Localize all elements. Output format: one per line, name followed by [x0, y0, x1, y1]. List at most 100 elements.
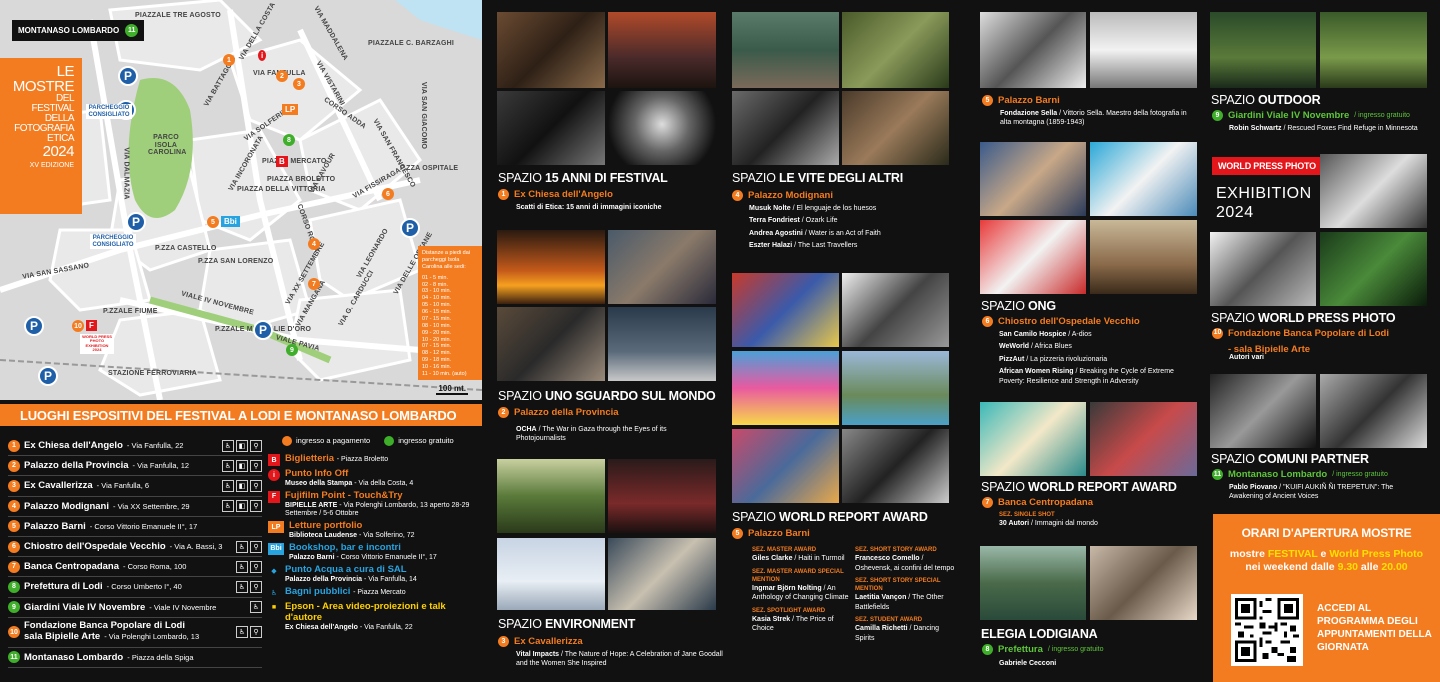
- photo: [732, 351, 839, 425]
- parking-icon[interactable]: P: [118, 66, 138, 86]
- toilet-icon: ⚲: [250, 500, 262, 513]
- photo: [1210, 374, 1316, 448]
- service-toilets[interactable]: ♿ Bagni pubblici - Piazza Mercato: [268, 586, 478, 599]
- venue-pin-1[interactable]: 1: [223, 54, 235, 66]
- parking-icon[interactable]: P: [126, 212, 146, 232]
- section-venue[interactable]: 4 Palazzo Modignani: [732, 190, 833, 201]
- biglietteria-badge[interactable]: B: [276, 156, 288, 167]
- venue-item[interactable]: 9 Giardini Viale IV Novembre - Viale IV No…: [8, 598, 262, 618]
- toilet-icon: ⚲: [250, 439, 262, 452]
- venue-item[interactable]: 6 Chiostro dell'Ospedale Vecchio - Via A. …: [8, 537, 262, 558]
- toilet-icon: ⚲: [250, 580, 262, 593]
- park-label: PARCO ISOLA CAROLINA: [148, 134, 187, 157]
- qr-code[interactable]: [1231, 594, 1303, 666]
- venue-pin-5[interactable]: 5: [207, 216, 219, 228]
- photo: [980, 402, 1086, 476]
- hours-text: mostre FESTIVAL e World Press Photo nei …: [1229, 548, 1424, 574]
- section-title: SPAZIO WORLD REPORT AWARD: [732, 510, 928, 524]
- photo: [608, 538, 716, 610]
- parking-icon[interactable]: P: [38, 366, 58, 386]
- photo: [842, 429, 949, 503]
- street-label: PIAZZA DELLA VITTORIA: [237, 186, 326, 193]
- section-venue[interactable]: 9 Giardini Viale IV Novembre / ingresso gr…: [1212, 110, 1410, 121]
- photo: [980, 220, 1086, 294]
- venue-list: 1 Ex Chiesa dell'Angelo - Via Fanfulla, 22…: [8, 436, 262, 668]
- photo: [1210, 12, 1316, 88]
- photo: [980, 142, 1086, 216]
- accessible-icon: ◧: [236, 479, 248, 492]
- parking-icon[interactable]: P: [400, 218, 420, 238]
- wheelchair-icon: ♿: [222, 479, 234, 492]
- venue-item[interactable]: 1 Ex Chiesa dell'Angelo - Via Fanfulla, 22…: [8, 436, 262, 457]
- section-venue[interactable]: 6 Chiostro dell'Ospedale Vecchio: [982, 316, 1140, 327]
- section-venue[interactable]: 1 Ex Chiesa dell'Angelo: [498, 189, 613, 200]
- toilet-icon: ⚲: [250, 459, 262, 472]
- section-credits: Robin Schwartz / Rescued Foxes Find Refu…: [1229, 125, 1418, 132]
- venue-item[interactable]: 8 Prefettura di Lodi - Corso Umberto I°, 4…: [8, 577, 262, 598]
- service-info[interactable]: i Punto Info Off Museo della Stampa - Via …: [268, 468, 478, 488]
- wheelchair-icon: ♿: [250, 601, 262, 614]
- video-camera-icon: ■: [271, 604, 277, 612]
- venue-pin-9[interactable]: 9: [286, 344, 298, 356]
- program-link[interactable]: ACCEDI AL PROGRAMMA DEGLI APPUNTAMENTI D…: [1317, 602, 1433, 654]
- service-fujifilm[interactable]: F Fujifilm Point - Touch&Try BIPIELLE ARTE…: [268, 490, 478, 518]
- section-credits: Vital Impacts / The Nature of Hope: A Ce…: [516, 651, 723, 668]
- venue-pin-10[interactable]: 10: [72, 320, 84, 332]
- section-venue[interactable]: 5 Palazzo Barni: [732, 528, 810, 539]
- photo: [608, 307, 716, 381]
- service-biglietteria[interactable]: B Biglietteria - Piazza Broletto: [268, 453, 478, 467]
- section-credits: Pablo Piovano / "KUIFI AUKIÑ ÑI TREPETUN…: [1229, 484, 1394, 501]
- service-bookshop[interactable]: Bbi Bookshop, bar e incontri Palazzo Barni…: [268, 542, 478, 562]
- venue-item[interactable]: 11 Montanaso Lombardo - Piazza della Spiga: [8, 648, 262, 668]
- bbi-badge[interactable]: Bbi: [221, 216, 240, 227]
- photo: [1090, 546, 1197, 620]
- parking-icon[interactable]: P: [253, 320, 273, 340]
- section-title: SPAZIO OUTDOOR: [1211, 93, 1321, 107]
- opening-hours: ORARI D'APERTURA MOSTRE mostre FESTIVAL …: [1213, 514, 1440, 682]
- street-label: PIAZZALE TRE AGOSTO: [135, 12, 221, 19]
- venue-pin-8[interactable]: 8: [283, 134, 295, 146]
- venue-pin-4[interactable]: 4: [308, 238, 320, 250]
- section-credits: Gabriele Cecconi: [999, 660, 1057, 667]
- section-venue[interactable]: 3 Ex Cavallerizza: [498, 636, 583, 647]
- photo: [1090, 402, 1197, 476]
- section-venue[interactable]: 7 Banca Centropadana: [982, 497, 1093, 508]
- bookshop-icon: Bbi: [268, 542, 284, 555]
- service-water[interactable]: ◆ Punto Acqua a cura di SAL Palazzo della …: [268, 564, 478, 584]
- venue-pin-2[interactable]: 2: [276, 70, 288, 82]
- section-venue[interactable]: 11 Montanaso Lombardo / ingresso gratuito: [1212, 469, 1388, 480]
- hours-title: ORARI D'APERTURA MOSTRE: [1241, 526, 1412, 540]
- venue-pin-7[interactable]: 7: [308, 278, 320, 290]
- venue-item[interactable]: 4 Palazzo Modignani - Via XX Settembre, 29…: [8, 497, 262, 517]
- wpp-logo: WORLD PRESS PHOTO: [1212, 157, 1322, 175]
- wheelchair-icon: ♿: [236, 540, 248, 553]
- city-map[interactable]: MONTANASO LOMBARDO 11 LE MOSTRE DEL FESTI…: [0, 0, 482, 400]
- section-title: SPAZIO COMUNI PARTNER: [1211, 452, 1369, 466]
- venue-item[interactable]: 7 Banca Centropadana - Corso Roma, 100 ♿ ⚲: [8, 557, 262, 578]
- venue-item[interactable]: 2 Palazzo della Provincia - Via Fanfulla, …: [8, 456, 262, 477]
- service-portfolio[interactable]: LP Letture portfolio Biblioteca Laudense -…: [268, 520, 478, 540]
- venue-item[interactable]: 10 Fondazione Banca Popolare di Lodi sala …: [8, 618, 262, 648]
- parking-label: PARCHEGGIO CONSIGLIATO: [90, 234, 136, 250]
- section-venue[interactable]: 8 Prefettura / ingresso gratuito: [982, 644, 1104, 655]
- venue-item[interactable]: 5 Palazzo Barni - Corso Vittorio Emanuele …: [8, 517, 262, 537]
- photo: [732, 429, 839, 503]
- section-credits: Musuk Nolte / El lenguaje de los huesos …: [749, 205, 881, 250]
- lp-badge[interactable]: LP: [282, 104, 299, 115]
- section-venue[interactable]: 10 Fondazione Banca Popolare di Lodi - sal…: [1212, 328, 1427, 356]
- parking-icon[interactable]: P: [24, 316, 44, 336]
- wra-credits-right: SEZ. SHORT STORY AWARD Francesco Comello …: [855, 547, 955, 642]
- venue-item[interactable]: 3 Ex Cavallerizza - Via Fanfulla, 6 ♿ ◧ ⚲: [8, 476, 262, 497]
- street-label: PIAZZA BROLETTO: [267, 176, 336, 183]
- section-venue[interactable]: 2 Palazzo della Provincia: [498, 407, 619, 418]
- toilet-icon: ⚲: [250, 479, 262, 492]
- venue-pin-6[interactable]: 6: [382, 188, 394, 200]
- service-epson[interactable]: ■ Epson - Area video-proiezioni e talk d'…: [268, 601, 478, 632]
- photo: [842, 351, 949, 425]
- fujifilm-badge[interactable]: F: [86, 320, 97, 331]
- section-venue[interactable]: 5 Palazzo Barni: [982, 95, 1060, 106]
- venue-pin-3[interactable]: 3: [293, 78, 305, 90]
- photo: [497, 459, 605, 533]
- accessible-icon: ◧: [236, 459, 248, 472]
- wpp-exhibition-title: EXHIBITION 2024: [1216, 185, 1312, 222]
